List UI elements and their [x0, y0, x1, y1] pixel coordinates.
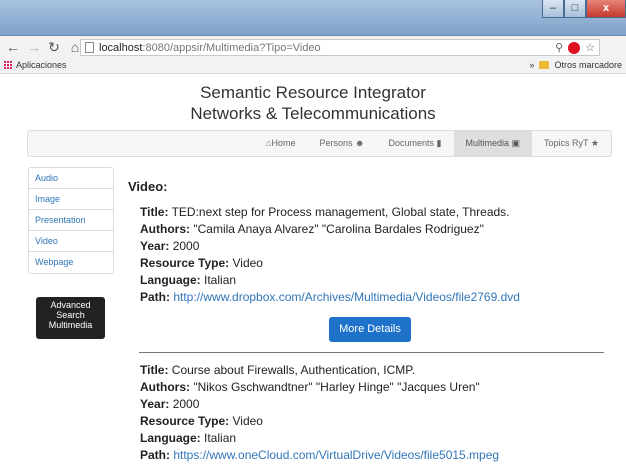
url-host: localhost	[99, 41, 143, 54]
nav-home[interactable]: ⌂Home	[254, 131, 307, 156]
site-title: Semantic Resource Integrator Networks & …	[0, 82, 626, 124]
folder-icon	[539, 61, 550, 69]
sidebar-item-video[interactable]: Video	[29, 231, 113, 252]
window-titlebar: – □ x	[0, 0, 626, 36]
record-type: Video	[232, 414, 263, 428]
bookmarks-overflow[interactable]: »	[529, 60, 534, 70]
record-path-row: Path: https://www.oneCloud.com/VirtualDr…	[140, 447, 499, 464]
year-label: Year:	[140, 397, 170, 411]
reload-icon[interactable]: ↻	[48, 39, 60, 56]
bookmarks-bar: Aplicaciones » Otros marcadore	[0, 58, 626, 74]
record-language: Italian	[204, 273, 237, 287]
record-language: Italian	[204, 431, 237, 445]
path-label: Path:	[140, 448, 170, 462]
record-year-row: Year: 2000	[140, 238, 520, 255]
record-language-row: Language: Italian	[140, 430, 499, 447]
nav-documents[interactable]: Documents ▮	[377, 131, 454, 156]
nav-persons[interactable]: Persons ☻	[307, 131, 376, 156]
record-title-row: Title: Course about Firewalls, Authentic…	[140, 362, 499, 379]
apps-label: Aplicaciones	[16, 60, 67, 70]
apps-grid-icon	[4, 60, 13, 70]
sidebar-item-presentation[interactable]: Presentation	[29, 210, 113, 231]
record-title: Course about Firewalls, Authentication, …	[171, 363, 416, 377]
record-year: 2000	[172, 239, 200, 253]
site-title-line1: Semantic Resource Integrator	[200, 83, 426, 102]
record-divider	[139, 352, 604, 353]
adblock-icon[interactable]	[568, 42, 581, 54]
zoom-icon[interactable]: ⚲	[555, 41, 563, 54]
record-path-row: Path: http://www.dropbox.com/Archives/Mu…	[140, 289, 520, 306]
more-details-button[interactable]: More Details	[329, 317, 411, 342]
nav-topics[interactable]: Topics RyT ★	[532, 131, 611, 156]
resource-record: Title: TED:next step for Process managem…	[140, 204, 520, 306]
media-type-list: Audio Image Presentation Video Webpage	[28, 167, 114, 274]
record-authors: "Nikos Gschwandtner" "Harley Hinge" "Jac…	[193, 380, 480, 394]
close-window-button[interactable]: x	[586, 0, 626, 18]
nav-persons-label: Persons	[319, 138, 353, 148]
record-type: Video	[232, 256, 263, 270]
back-icon[interactable]: ←	[6, 39, 20, 55]
page-icon	[85, 42, 94, 53]
title-label: Title:	[140, 205, 169, 219]
site-title-line2: Networks & Telecommunications	[190, 104, 436, 123]
apps-bookmark[interactable]: Aplicaciones	[4, 60, 67, 70]
record-type-row: Resource Type: Video	[140, 255, 520, 272]
user-icon: ☻	[355, 138, 365, 148]
record-authors-row: Authors: "Nikos Gschwandtner" "Harley Hi…	[140, 379, 499, 396]
language-label: Language:	[140, 431, 201, 445]
record-language-row: Language: Italian	[140, 272, 520, 289]
resource-record: Title: Course about Firewalls, Authentic…	[140, 362, 499, 464]
nav-multimedia[interactable]: Multimedia ▣	[453, 131, 533, 156]
record-authors-row: Authors: "Camila Anaya Alvarez" "Carolin…	[140, 221, 520, 238]
record-title-row: Title: TED:next step for Process managem…	[140, 204, 520, 221]
year-label: Year:	[140, 239, 170, 253]
star-icon: ★	[590, 138, 599, 148]
record-year: 2000	[172, 397, 200, 411]
sidebar-item-audio[interactable]: Audio	[29, 168, 113, 189]
sidebar-item-webpage[interactable]: Webpage	[29, 252, 113, 273]
section-title: Video:	[128, 179, 168, 194]
main-navbar: ⌂Home Persons ☻ Documents ▮ Multimedia ▣…	[27, 130, 612, 157]
record-path-link[interactable]: http://www.dropbox.com/Archives/Multimed…	[173, 290, 520, 304]
sidebar-item-image[interactable]: Image	[29, 189, 113, 210]
film-icon: ▣	[511, 138, 521, 148]
record-type-row: Resource Type: Video	[140, 413, 499, 430]
url-path: :8080/appsir/Multimedia?Tipo=Video	[142, 41, 321, 54]
other-bookmarks[interactable]: Otros marcadore	[554, 60, 622, 70]
record-title: TED:next step for Process management, Gl…	[171, 205, 510, 219]
type-label: Resource Type:	[140, 256, 230, 270]
nav-multimedia-label: Multimedia	[465, 138, 510, 148]
authors-label: Authors:	[140, 222, 190, 236]
nav-documents-label: Documents	[388, 138, 435, 148]
type-label: Resource Type:	[140, 414, 230, 428]
nav-topics-label: Topics RyT	[544, 138, 589, 148]
language-label: Language:	[140, 273, 201, 287]
title-label: Title:	[140, 363, 169, 377]
maximize-button[interactable]: □	[564, 0, 586, 18]
forward-icon[interactable]: →	[27, 39, 41, 55]
path-label: Path:	[140, 290, 170, 304]
record-year-row: Year: 2000	[140, 396, 499, 413]
bookmark-star-icon[interactable]: ☆	[585, 41, 595, 54]
advanced-search-button[interactable]: Advanced Search Multimedia	[36, 297, 105, 339]
record-path-link[interactable]: https://www.oneCloud.com/VirtualDrive/Vi…	[173, 448, 499, 462]
authors-label: Authors:	[140, 380, 190, 394]
document-icon: ▮	[436, 138, 442, 148]
nav-home-label: Home	[271, 138, 296, 148]
record-authors: "Camila Anaya Alvarez" "Carolina Bardale…	[193, 222, 484, 236]
address-bar[interactable]: localhost :8080/appsir/Multimedia?Tipo=V…	[80, 39, 600, 56]
minimize-button[interactable]: –	[542, 0, 564, 18]
